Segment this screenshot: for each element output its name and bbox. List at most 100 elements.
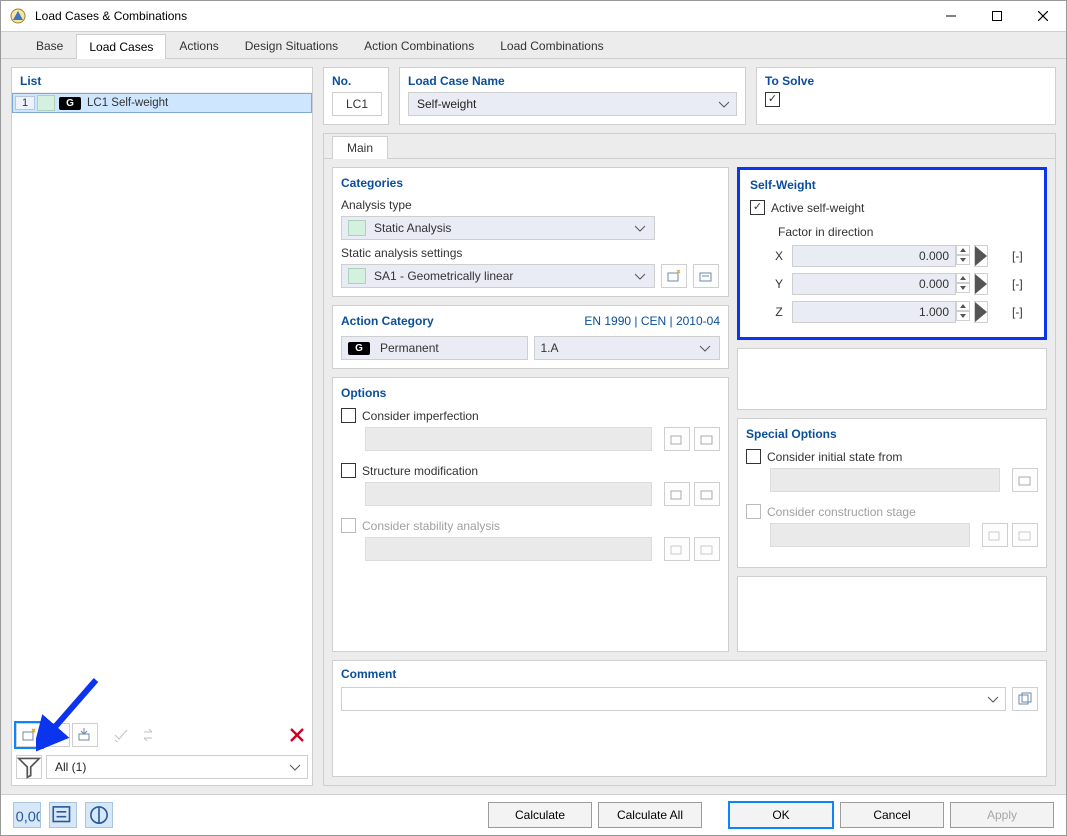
structure-edit-button[interactable]	[694, 482, 720, 506]
imperfection-edit-button[interactable]	[694, 427, 720, 451]
name-select[interactable]: Self-weight	[408, 92, 737, 116]
structure-field[interactable]	[365, 482, 652, 506]
self-weight-title: Self-Weight	[750, 178, 1034, 192]
structure-checkbox[interactable]: Structure modification	[341, 463, 720, 478]
factor-caption: Factor in direction	[778, 225, 1034, 239]
factor-z-menu-button[interactable]	[974, 301, 988, 323]
tab-load-combinations[interactable]: Load Combinations	[487, 33, 616, 58]
factor-row-y: Y 0.000	[770, 273, 1034, 295]
action-category-code-select[interactable]: 1.A	[534, 336, 721, 360]
calculate-all-button[interactable]: Calculate All	[598, 802, 702, 828]
active-self-weight-checkbox[interactable]: Active self-weight	[750, 200, 1034, 215]
right-column: No. LC1 Load Case Name Self-weight To So…	[323, 67, 1056, 786]
tab-load-cases[interactable]: Load Cases	[76, 34, 166, 59]
special-options-section: Special Options Consider initial state f…	[737, 418, 1047, 568]
chevron-down-icon	[632, 268, 648, 284]
categories-title: Categories	[341, 176, 720, 190]
tab-main[interactable]: Main	[332, 136, 388, 159]
tab-action-combinations[interactable]: Action Combinations	[351, 33, 487, 58]
initial-state-label: Consider initial state from	[767, 450, 902, 464]
static-settings-value: SA1 - Geometrically linear	[374, 269, 632, 283]
structure-label: Structure modification	[362, 464, 478, 478]
new-settings-button[interactable]	[661, 264, 687, 288]
construction-stage-checkbox: Consider construction stage	[746, 504, 1038, 519]
factor-y-menu-button[interactable]	[974, 273, 988, 295]
list-toolbar	[12, 719, 312, 751]
client-area: List 1 G LC1 Self-weight	[1, 59, 1066, 794]
factor-z-unit: [-]	[1012, 305, 1034, 319]
list-item[interactable]: 1 G LC1 Self-weight	[12, 93, 312, 113]
filter-icon[interactable]	[16, 755, 42, 779]
inner-tabs: Main	[324, 134, 1055, 159]
new-item-button[interactable]	[16, 723, 42, 747]
options-section: Options Consider imperfection	[332, 377, 729, 652]
category-badge: G	[348, 342, 370, 355]
imperfection-checkbox[interactable]: Consider imperfection	[341, 408, 720, 423]
factor-z-spinner[interactable]	[956, 301, 970, 321]
factor-row-z: Z 1.000	[770, 301, 1034, 323]
ok-button[interactable]: OK	[728, 801, 834, 829]
minimize-button[interactable]	[928, 1, 974, 31]
factor-x-menu-button[interactable]	[974, 245, 988, 267]
action-category-section: Action Category EN 1990 | CEN | 2010-04 …	[332, 305, 729, 369]
factor-y-unit: [-]	[1012, 277, 1034, 291]
list-panel: List 1 G LC1 Self-weight	[11, 67, 313, 786]
solve-title: To Solve	[757, 68, 1055, 92]
swap-button[interactable]	[136, 723, 162, 747]
color-swatch	[348, 268, 366, 284]
axis-label: Y	[770, 277, 788, 291]
stability-edit-button	[694, 537, 720, 561]
imperfection-field[interactable]	[365, 427, 652, 451]
analysis-type-select[interactable]: Static Analysis	[341, 216, 655, 240]
factor-x-input[interactable]: 0.000	[792, 245, 956, 267]
spacer-section-1	[737, 348, 1047, 410]
to-solve-checkbox[interactable]	[765, 92, 1047, 107]
comment-edit-button[interactable]	[1012, 687, 1038, 711]
factor-y-input[interactable]: 0.000	[792, 273, 956, 295]
tab-base[interactable]: Base	[23, 33, 76, 58]
copy-item-button[interactable]	[44, 723, 70, 747]
insert-item-button[interactable]	[72, 723, 98, 747]
factor-y-spinner[interactable]	[956, 273, 970, 293]
checkbox-icon	[746, 449, 761, 464]
initial-state-edit-button[interactable]	[1012, 468, 1038, 492]
action-category-select[interactable]: G Permanent	[341, 336, 528, 360]
comment-field[interactable]	[341, 687, 1006, 711]
calculate-button[interactable]: Calculate	[488, 802, 592, 828]
factor-x-spinner[interactable]	[956, 245, 970, 265]
name-value: Self-weight	[417, 97, 716, 111]
close-button[interactable]	[1020, 1, 1066, 31]
delete-item-button[interactable]	[286, 725, 308, 745]
initial-state-checkbox[interactable]: Consider initial state from	[746, 449, 1038, 464]
cancel-button[interactable]: Cancel	[840, 802, 944, 828]
tab-design-situations[interactable]: Design Situations	[232, 33, 351, 58]
stability-checkbox: Consider stability analysis	[341, 518, 720, 533]
spacer-section-2	[737, 576, 1047, 652]
action-category-code: 1.A	[541, 341, 698, 355]
analysis-type-value: Static Analysis	[374, 221, 632, 235]
tab-actions[interactable]: Actions	[166, 33, 231, 58]
stability-new-button	[664, 537, 690, 561]
factor-z-input[interactable]: 1.000	[792, 301, 956, 323]
help-button[interactable]	[85, 802, 113, 828]
list-item-label: LC1 Self-weight	[87, 97, 168, 109]
maximize-button[interactable]	[974, 1, 1020, 31]
filter-select[interactable]: All (1)	[46, 755, 308, 779]
imperfection-new-button[interactable]	[664, 427, 690, 451]
window-title: Load Cases & Combinations	[35, 9, 187, 23]
stability-label: Consider stability analysis	[362, 519, 500, 533]
load-case-list[interactable]: 1 G LC1 Self-weight	[12, 92, 312, 719]
initial-state-field[interactable]	[770, 468, 1000, 492]
static-settings-select[interactable]: SA1 - Geometrically linear	[341, 264, 655, 288]
no-field[interactable]: LC1	[332, 92, 382, 116]
structure-new-button[interactable]	[664, 482, 690, 506]
units-button[interactable]: 0,00	[13, 802, 41, 828]
checkbox-icon	[765, 92, 780, 107]
apply-button[interactable]: Apply	[950, 802, 1054, 828]
filter-bar: All (1)	[12, 751, 312, 785]
edit-settings-button[interactable]	[693, 264, 719, 288]
action-category-title: Action Category	[341, 314, 434, 328]
check-all-button[interactable]	[108, 723, 134, 747]
footer-icons: 0,00	[13, 802, 113, 828]
viewer-button[interactable]	[49, 802, 77, 828]
